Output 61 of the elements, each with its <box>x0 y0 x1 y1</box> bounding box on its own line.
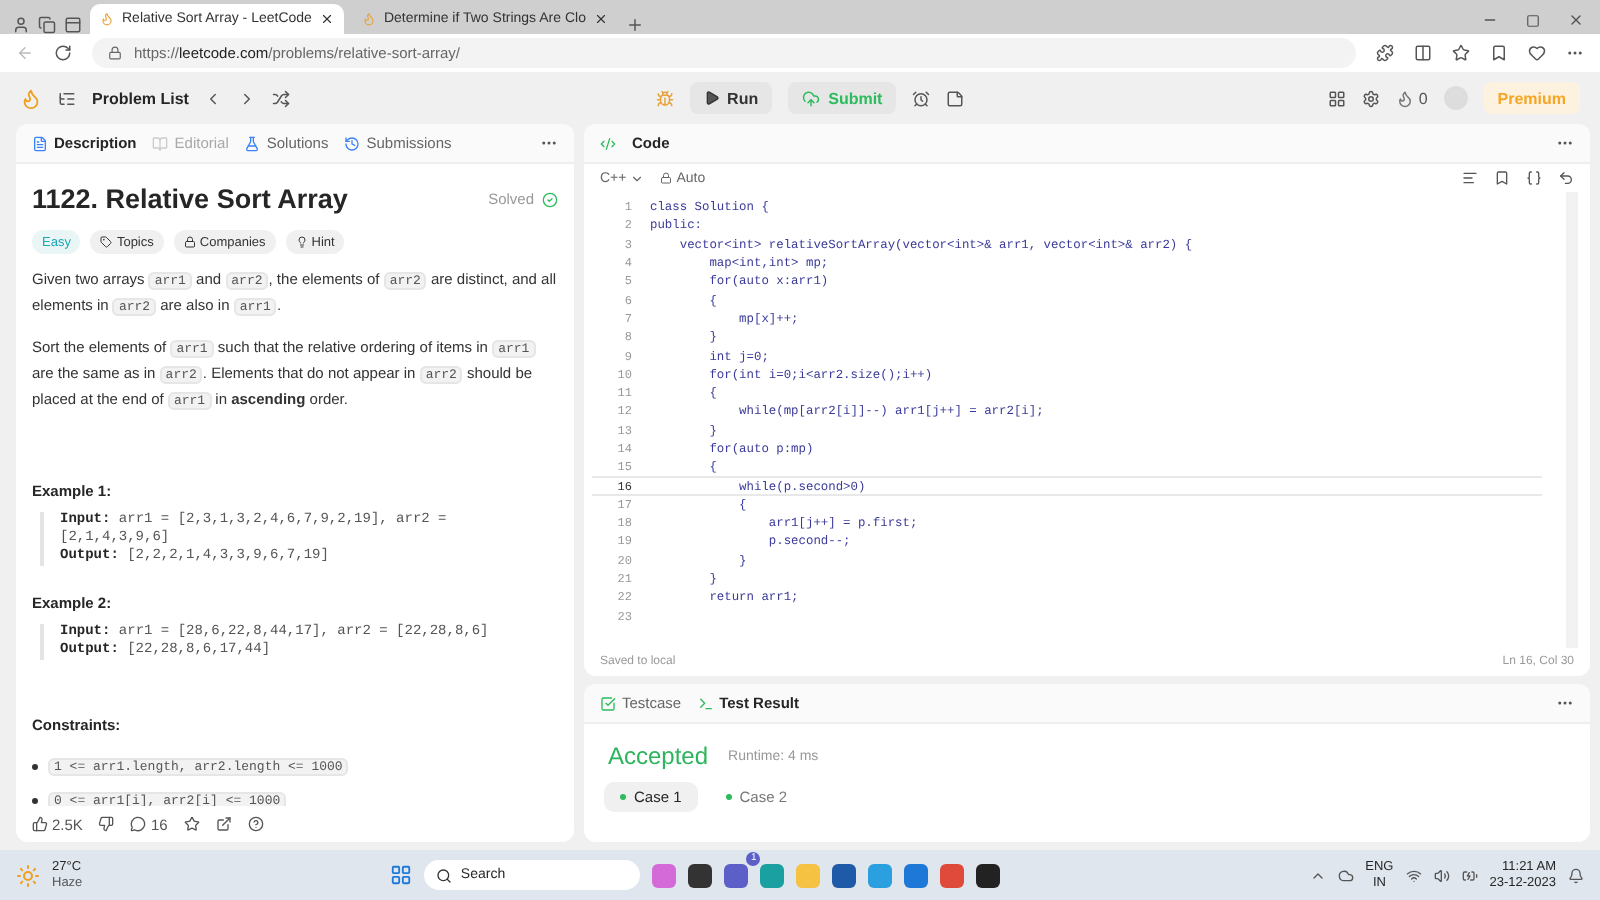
thumbs-down-icon[interactable] <box>98 816 115 832</box>
check-icon <box>542 191 558 207</box>
split-screen-icon[interactable] <box>1414 44 1432 62</box>
flame-icon <box>361 12 376 26</box>
flame-icon <box>100 12 114 26</box>
app-icon[interactable] <box>688 863 713 887</box>
close-icon[interactable] <box>593 12 608 26</box>
thumbs-up-icon[interactable] <box>32 816 48 832</box>
search-icon <box>436 867 453 883</box>
shuffle-icon[interactable] <box>272 89 291 107</box>
format-icon[interactable] <box>1462 170 1478 186</box>
run-button[interactable]: Run <box>689 82 773 114</box>
book-icon <box>152 135 169 151</box>
layout-icon[interactable] <box>1328 89 1347 107</box>
favorites-icon[interactable] <box>1452 44 1470 62</box>
bookmark-icon[interactable] <box>1494 170 1510 186</box>
document-icon <box>32 135 48 151</box>
lock-icon <box>660 172 673 184</box>
cloud-upload-icon <box>802 89 821 107</box>
help-icon[interactable] <box>247 816 264 832</box>
flask-icon <box>244 135 261 151</box>
problem-list-link[interactable]: Problem List <box>92 89 189 107</box>
list-icon[interactable] <box>58 89 76 107</box>
terminal-icon <box>697 695 714 711</box>
checkbox-icon <box>600 695 616 711</box>
settings-icon[interactable] <box>1362 89 1381 107</box>
reset-icon[interactable] <box>1558 170 1574 186</box>
comment-icon[interactable] <box>130 816 147 832</box>
extensions-icon[interactable] <box>1376 44 1394 62</box>
problem-title: 1122. Relative Sort Array <box>32 184 348 214</box>
verdict-label: Accepted <box>608 742 709 770</box>
start-icon[interactable] <box>390 864 413 886</box>
cloud-icon[interactable] <box>1337 867 1354 883</box>
share-icon[interactable] <box>215 816 232 832</box>
timer-icon[interactable] <box>912 89 931 107</box>
tag-icon <box>100 236 113 248</box>
app-icon[interactable] <box>976 863 1001 887</box>
heart-icon[interactable] <box>1528 44 1546 62</box>
code-icon <box>600 135 616 151</box>
wifi-icon[interactable] <box>1405 867 1422 883</box>
reload-icon[interactable] <box>54 44 72 62</box>
new-tab-icon[interactable] <box>625 16 644 34</box>
chevron-down-icon[interactable] <box>630 171 645 185</box>
app-icon[interactable] <box>832 863 857 887</box>
profile-icon[interactable] <box>12 16 30 34</box>
maximize-icon[interactable] <box>1526 13 1540 27</box>
notification-icon[interactable] <box>1568 867 1584 883</box>
volume-icon[interactable] <box>1433 867 1450 883</box>
lightbulb-icon <box>295 236 308 248</box>
battery-icon[interactable] <box>1461 867 1478 883</box>
logo-icon <box>20 87 42 109</box>
star-icon[interactable] <box>183 816 200 832</box>
close-icon[interactable] <box>319 12 334 26</box>
lock-icon <box>183 236 196 248</box>
note-icon[interactable] <box>946 89 965 107</box>
lock-icon <box>108 46 122 60</box>
streak-count: 0 <box>1418 89 1428 107</box>
play-icon <box>703 90 720 106</box>
weather-icon <box>16 863 40 887</box>
history-icon <box>344 135 361 151</box>
braces-icon[interactable] <box>1526 170 1542 186</box>
